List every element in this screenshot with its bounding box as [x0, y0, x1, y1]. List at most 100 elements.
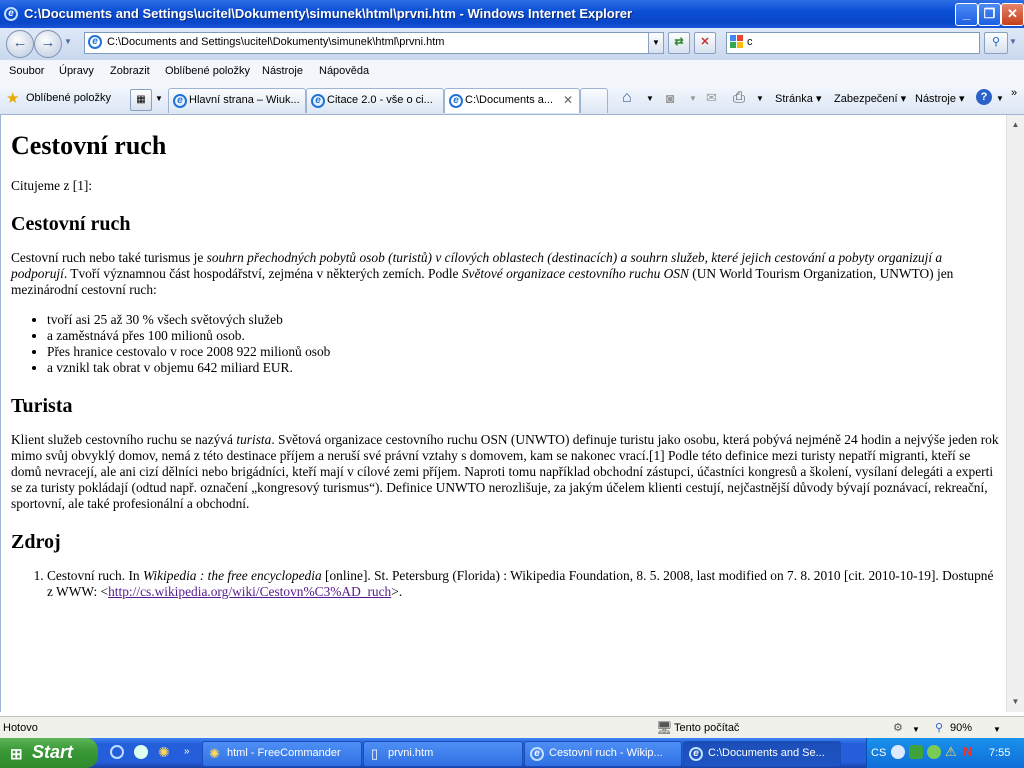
more-icon[interactable]: »	[1011, 87, 1017, 99]
zoom-dropdown-icon[interactable]: ▼	[993, 725, 1001, 734]
menu-zobrazit[interactable]: Zobrazit	[110, 65, 150, 77]
windows-logo-icon: ⊞	[10, 746, 23, 763]
refresh-icon[interactable]: ⇄	[668, 32, 690, 54]
search-icon[interactable]: ⚲	[984, 32, 1008, 54]
quicklaunch-more-icon[interactable]: »	[184, 746, 190, 757]
home-icon[interactable]: ⌂	[622, 89, 632, 107]
address-input[interactable]: e C:\Documents and Settings\ucitel\Dokum…	[84, 32, 664, 54]
list-item: tvoří asi 25 až 30 % všech světových slu…	[47, 312, 999, 328]
tray-bluetooth-icon[interactable]	[891, 745, 905, 759]
task-freecommander[interactable]: ✺ html - FreeCommander	[202, 741, 362, 767]
feeds-dropdown-icon[interactable]: ▼	[689, 94, 697, 103]
security-menu[interactable]: Zabezpečení ▾	[834, 92, 906, 105]
search-text: c	[747, 36, 753, 48]
help-dropdown-icon[interactable]: ▼	[996, 94, 1004, 103]
maximize-button[interactable]: ❐	[978, 3, 1001, 26]
print-dropdown-icon[interactable]: ▼	[756, 94, 764, 103]
language-indicator[interactable]: CS	[871, 747, 886, 759]
home-dropdown-icon[interactable]: ▼	[646, 94, 654, 103]
tray-green-icon[interactable]	[909, 745, 923, 759]
protected-mode-icon[interactable]: ⚙	[893, 721, 903, 734]
address-text: C:\Documents and Settings\ucitel\Dokumen…	[107, 36, 445, 48]
ie-icon: e	[311, 94, 325, 108]
section-paragraph-cestovni-ruch: Cestovní ruch nebo také turismus je souh…	[11, 250, 954, 297]
stop-icon[interactable]: ✕	[694, 32, 716, 54]
history-dropdown-icon[interactable]: ▼	[64, 37, 72, 46]
favorites-button[interactable]: Oblíbené položky	[26, 92, 111, 104]
quicklaunch-media-icon[interactable]	[134, 745, 148, 759]
ie-icon: e	[689, 747, 703, 761]
facts-list: tvoří asi 25 až 30 % všech světových slu…	[11, 312, 999, 376]
task-prvni-htm[interactable]: ▯ prvni.htm	[363, 741, 523, 767]
ie-icon: e	[173, 94, 187, 108]
vertical-scrollbar[interactable]: ▲ ▼	[1006, 115, 1024, 712]
title-bar[interactable]: e C:\Documents and Settings\ucitel\Dokum…	[0, 0, 1024, 28]
print-icon[interactable]: ⎙	[733, 89, 745, 106]
page-menu[interactable]: Stránka ▾	[775, 92, 822, 105]
search-input[interactable]: c	[726, 32, 980, 54]
address-toolbar: ← → ▼ e C:\Documents and Settings\ucitel…	[0, 28, 1024, 61]
address-dropdown-icon[interactable]: ▼	[648, 32, 664, 54]
menu-oblibene[interactable]: Oblíbené položky	[165, 65, 250, 77]
list-item: a vznikl tak obrat v objemu 642 miliard …	[47, 360, 999, 376]
start-button[interactable]: ⊞ Start	[0, 738, 98, 768]
system-tray: CS ⚠ N 7:55	[866, 738, 1024, 768]
menu-napoveda[interactable]: Nápověda	[319, 65, 369, 77]
help-icon[interactable]: ?	[976, 89, 992, 105]
computer-icon: 🖥	[656, 720, 673, 735]
tab-bar: ★ Oblíbené položky ▦ ▼ e Hlavní strana –…	[0, 84, 1024, 115]
scroll-down-icon[interactable]: ▼	[1008, 694, 1023, 710]
ie-icon: e	[4, 7, 18, 21]
tray-warning-icon[interactable]: ⚠	[945, 744, 957, 760]
ie-icon: e	[530, 747, 544, 761]
window-title: C:\Documents and Settings\ucitel\Dokumen…	[24, 6, 633, 21]
tab-hlavni-strana[interactable]: e Hlavní strana – Wiuk...	[168, 88, 306, 113]
list-item: Přes hranice cestovalo v roce 2008 922 m…	[47, 344, 999, 360]
freecommander-icon: ✺	[209, 746, 220, 761]
tab-citace[interactable]: e Citace 2.0 - vše o ci...	[306, 88, 444, 113]
zoom-icon[interactable]: ⚲	[935, 721, 943, 734]
favorites-star-icon[interactable]: ★	[6, 89, 19, 107]
protected-dropdown-icon[interactable]: ▼	[912, 725, 920, 734]
forward-button[interactable]: →	[34, 30, 62, 58]
scroll-up-icon[interactable]: ▲	[1008, 117, 1023, 133]
quick-tabs-icon[interactable]: ▦	[130, 89, 152, 111]
google-icon	[730, 35, 736, 41]
section-heading-turista: Turista	[11, 395, 73, 417]
section-paragraph-turista: Klient služeb cestovního ruchu se nazývá…	[11, 432, 999, 511]
page-document: Cestovní ruch Citujeme z [1]: Cestovní r…	[11, 115, 999, 600]
zone-text: Tento počítač	[674, 722, 740, 734]
reference-link[interactable]: http://cs.wikipedia.org/wiki/Cestovn%C3%…	[108, 584, 391, 599]
menu-upravy[interactable]: Úpravy	[59, 65, 94, 77]
feeds-icon[interactable]: ◙	[666, 90, 674, 106]
ie-icon: e	[449, 94, 463, 108]
tray-shield-icon[interactable]	[927, 745, 941, 759]
search-options-icon[interactable]: ▼	[1009, 37, 1017, 46]
task-wikipedia[interactable]: e Cestovní ruch - Wikip...	[524, 741, 682, 767]
tray-n-icon[interactable]: N	[963, 744, 972, 759]
mail-icon[interactable]: ✉	[706, 90, 717, 106]
list-item: a zaměstnává přes 100 milionů osob.	[47, 328, 999, 344]
tools-menu[interactable]: Nástroje ▾	[915, 92, 965, 105]
menu-bar: Soubor Úpravy Zobrazit Oblíbené položky …	[0, 60, 1024, 85]
menu-soubor[interactable]: Soubor	[9, 65, 44, 77]
new-tab-button[interactable]	[580, 88, 608, 113]
close-tab-icon[interactable]: ✕	[563, 93, 573, 107]
menu-nastroje[interactable]: Nástroje	[262, 65, 303, 77]
quicklaunch-ie-icon[interactable]	[110, 745, 124, 759]
page-icon: e	[88, 35, 102, 49]
task-current-ie[interactable]: e C:\Documents and Se...	[683, 741, 841, 767]
tab-current[interactable]: e C:\Documents a... ✕	[444, 88, 580, 113]
status-text: Hotovo	[3, 722, 38, 734]
section-heading-zdroj: Zdroj	[11, 531, 61, 553]
close-button[interactable]: ✕	[1001, 3, 1024, 26]
back-button[interactable]: ←	[6, 30, 34, 58]
tab-list-icon[interactable]: ▼	[155, 94, 163, 103]
zoom-level[interactable]: 90%	[950, 722, 972, 734]
page-viewport[interactable]: Cestovní ruch Citujeme z [1]: Cestovní r…	[0, 115, 1007, 712]
reference-list: Cestovní ruch. In Wikipedia : the free e…	[11, 568, 999, 600]
section-heading-cestovni-ruch: Cestovní ruch	[11, 213, 131, 235]
minimize-button[interactable]: _	[955, 3, 978, 26]
page-title: Cestovní ruch	[11, 131, 167, 160]
quicklaunch-sun-icon[interactable]: ✺	[158, 744, 170, 761]
